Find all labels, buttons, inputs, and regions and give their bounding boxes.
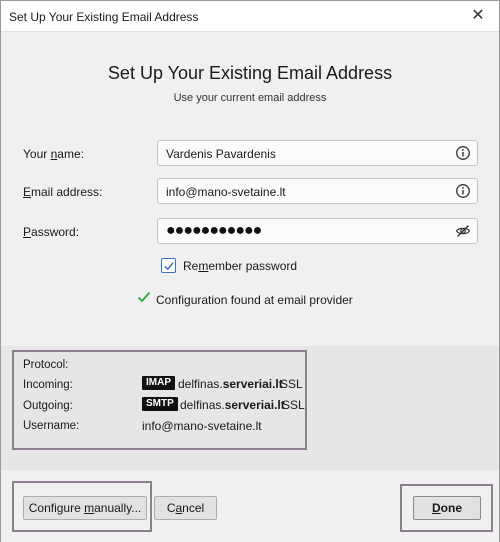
outgoing-security: SSL — [282, 398, 305, 412]
info-icon[interactable] — [455, 183, 471, 199]
password-field[interactable]: ●●●●●●●●●●● — [157, 218, 478, 244]
name-label: Your name: — [23, 147, 84, 161]
name-field[interactable]: Vardenis Pavardenis — [157, 140, 478, 166]
check-icon — [137, 290, 151, 307]
page-subtitle: Use your current email address — [173, 92, 327, 104]
password-value: ●●●●●●●●●●● — [166, 222, 262, 239]
email-label: Email address: — [23, 185, 103, 199]
outgoing-label: Outgoing: — [23, 400, 73, 412]
title-bar: Set Up Your Existing Email Address ✕ — [1, 1, 499, 32]
email-field[interactable]: info@mano-svetaine.lt — [157, 178, 478, 204]
page-title: Set Up Your Existing Email Address — [107, 63, 393, 83]
info-icon[interactable] — [455, 145, 471, 161]
username-label: Username: — [23, 420, 80, 432]
outgoing-host: delfinas.serveriai.lt — [180, 398, 285, 412]
protocol-label: Protocol: — [23, 359, 69, 371]
incoming-security: SSL — [280, 377, 303, 391]
window-title: Set Up Your Existing Email Address — [9, 10, 199, 24]
remember-password-label: Remember password — [183, 259, 298, 273]
username-value: info@mano-svetaine.lt — [142, 419, 262, 433]
smtp-badge: SMTP — [142, 397, 178, 411]
close-icon[interactable]: ✕ — [469, 7, 487, 25]
cancel-button[interactable]: Cancel — [154, 496, 217, 520]
imap-badge: IMAP — [142, 376, 175, 390]
incoming-label: Incoming: — [23, 379, 73, 391]
checkbox[interactable] — [161, 258, 176, 273]
eye-slash-icon[interactable] — [455, 223, 471, 239]
email-value: info@mano-svetaine.lt — [166, 185, 286, 199]
incoming-host: delfinas.serveriai.lt — [178, 377, 283, 391]
password-label: Password: — [23, 225, 80, 239]
name-value: Vardenis Pavardenis — [166, 147, 276, 161]
done-button[interactable]: Done — [413, 496, 481, 520]
account-setup-dialog: Set Up Your Existing Email Address ✕ Set… — [0, 0, 500, 542]
status-text: Configuration found at email provider — [156, 293, 353, 307]
configure-manually-button[interactable]: Configure manually... — [23, 496, 147, 520]
